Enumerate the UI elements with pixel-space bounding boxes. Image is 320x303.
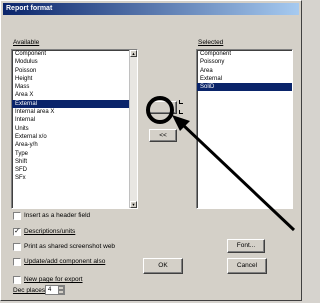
print-shape-checkbox[interactable] [13, 243, 21, 251]
insert-header-label: Insert as a header field [24, 212, 91, 219]
selected-listbox[interactable]: Component Poissony Area External SoliD [196, 49, 293, 209]
update-components-label: Update/add component also [24, 258, 106, 265]
available-list-item[interactable]: SFx [12, 174, 137, 182]
remove-button[interactable]: << [149, 129, 177, 142]
cancel-button[interactable]: Cancel [227, 258, 267, 274]
available-scrollbar[interactable]: ▲ ▼ [129, 50, 137, 208]
available-list-item[interactable]: Internal area X [12, 108, 137, 116]
insert-header-checkbox[interactable] [13, 212, 21, 220]
add-button[interactable] [149, 101, 177, 114]
ok-button[interactable]: OK [143, 258, 183, 274]
print-shape-label: Print as shared screenshot web [24, 243, 116, 250]
available-list-item[interactable]: Component [12, 50, 137, 58]
stepper-down-icon[interactable] [58, 290, 64, 294]
available-list-item[interactable]: Area X [12, 91, 137, 99]
dec-places-label: Dec places [13, 287, 46, 294]
available-list-item[interactable]: Modulus [12, 58, 137, 66]
dec-places-stepper[interactable]: 4 [45, 285, 65, 295]
available-label: Available [13, 39, 40, 46]
descriptions-checkbox[interactable]: ✓ [13, 228, 21, 236]
dec-places-value: 4 [48, 287, 52, 293]
available-list-item[interactable]: Shift [12, 158, 137, 166]
available-list-item[interactable]: External [12, 99, 137, 109]
available-listbox[interactable]: Component Modulus Poisson Height Mass Area XE… [11, 49, 138, 209]
title-bar: Report format [3, 3, 299, 15]
scroll-up-icon[interactable]: ▲ [130, 50, 137, 57]
available-list-item[interactable]: Poisson [12, 67, 137, 75]
descriptions-label: Descriptions/units [24, 228, 76, 235]
window-title: Report format [6, 5, 53, 12]
available-list-item[interactable]: Internal [12, 116, 137, 124]
available-list-item[interactable]: External x/o [12, 133, 137, 141]
scroll-down-icon[interactable]: ▼ [130, 201, 137, 208]
available-list-item[interactable]: Height [12, 75, 137, 83]
available-list-item[interactable]: Area-y/h [12, 141, 137, 149]
available-list-item[interactable]: Units [12, 125, 137, 133]
selected-label: Selected [198, 39, 224, 46]
available-list-item[interactable]: Type [12, 150, 137, 158]
font-button[interactable]: Font... [227, 239, 265, 253]
available-list-item[interactable]: Mass [12, 83, 137, 91]
selected-list-item[interactable]: Component [197, 50, 292, 58]
selected-list-item[interactable]: Poissony [197, 58, 292, 66]
selected-list-item[interactable]: Area [197, 67, 292, 75]
side-tick-marks [179, 100, 183, 114]
report-format-dialog: Report format Available Component Modulus… [0, 0, 302, 301]
selected-list-item[interactable]: SoliD [197, 83, 292, 92]
new-page-label: New page for export [24, 276, 83, 283]
selected-list-item[interactable]: External [197, 75, 292, 83]
available-list-item[interactable]: SFD [12, 166, 137, 174]
new-page-checkbox[interactable] [13, 276, 21, 284]
update-components-checkbox[interactable] [13, 258, 21, 266]
